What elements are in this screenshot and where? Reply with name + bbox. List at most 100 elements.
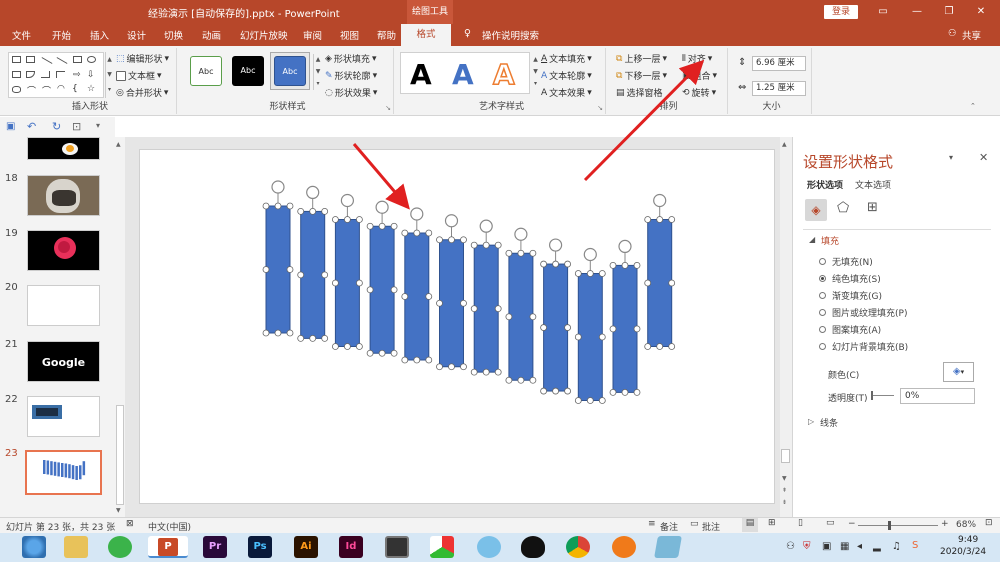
resize-handle[interactable] [297, 334, 305, 342]
rotate-handle[interactable] [618, 239, 632, 254]
style-gallery-scroll[interactable]: ▲ ▼ ▾ [313, 54, 322, 90]
style-swatch-blue[interactable]: Abc [274, 56, 306, 86]
resize-handle[interactable] [540, 324, 548, 331]
tab-shape-options[interactable]: 形状选项 [807, 178, 843, 191]
redo-icon[interactable]: ↻ [52, 120, 61, 133]
resize-handle[interactable] [470, 368, 478, 376]
resize-handle[interactable] [436, 236, 443, 244]
resize-handle[interactable] [378, 349, 386, 357]
wordart-gallery-scroll[interactable]: ▲ ▼ ▾ [531, 54, 540, 90]
fill-option-label[interactable]: 图片或纹理填充(P) [832, 306, 907, 319]
tab-design[interactable]: 设计 [127, 28, 146, 42]
tray-shield-icon[interactable]: ⛨ [803, 541, 811, 552]
fill-option-label[interactable]: 图案填充(A) [832, 323, 881, 336]
merge-shapes-button[interactable]: ◎ 合并形状 ▾ [116, 86, 168, 100]
qq-icon[interactable] [521, 536, 545, 558]
panel-options-icon[interactable]: ▾ [949, 153, 953, 162]
app-bird-icon[interactable] [477, 536, 501, 558]
tray-wifi-icon[interactable]: ▂ [873, 541, 881, 552]
undo-icon[interactable]: ↶ [27, 120, 36, 133]
resize-handle[interactable] [482, 368, 490, 376]
resize-handle[interactable] [448, 363, 455, 371]
save-icon[interactable]: ▣ [6, 121, 15, 132]
transparency-slider-handle[interactable] [871, 391, 873, 400]
resize-handle[interactable] [401, 356, 409, 364]
slide-thumb-18[interactable] [27, 175, 100, 216]
resize-handle[interactable] [297, 271, 305, 279]
resize-handle[interactable] [540, 260, 548, 268]
transparency-slider[interactable] [872, 395, 894, 396]
resize-handle[interactable] [425, 293, 433, 300]
resize-handle[interactable] [425, 356, 433, 364]
clock-time[interactable]: 9:49 [958, 535, 978, 545]
resize-handle[interactable] [286, 266, 294, 273]
browser-360-icon[interactable] [22, 536, 46, 558]
fill-color-picker[interactable]: ◈▾ [943, 362, 974, 382]
scroll-thumb[interactable] [781, 449, 790, 463]
tray-user-icon[interactable]: ⚇ [786, 541, 795, 552]
resize-handle[interactable] [343, 216, 351, 223]
resize-handle[interactable] [574, 333, 582, 341]
bar-shape[interactable] [369, 225, 395, 354]
tray-ime-icon[interactable]: S [912, 540, 918, 551]
resize-handle[interactable] [401, 293, 409, 300]
slide-thumb-23-selected[interactable] [25, 450, 102, 495]
rotate-button[interactable]: ⟲ 旋转 ▾ [682, 86, 716, 100]
close-window-icon[interactable]: ✕ [974, 5, 988, 19]
resize-handle[interactable] [331, 343, 339, 350]
resize-handle[interactable] [586, 397, 594, 404]
app-orange-icon[interactable] [612, 536, 636, 558]
tray-volume-icon[interactable]: ◂ [857, 541, 862, 552]
resize-handle[interactable] [436, 299, 443, 307]
chrome-icon[interactable] [566, 536, 590, 558]
resize-handle[interactable] [378, 222, 386, 230]
effects-pentagon-icon[interactable]: ⬠ [837, 200, 849, 216]
tell-me-search[interactable]: 操作说明搜索 [482, 28, 539, 42]
fill-section-header[interactable]: 填充 [821, 234, 839, 247]
resize-handle[interactable] [598, 333, 606, 341]
resize-handle[interactable] [494, 368, 502, 376]
bar-shape[interactable] [300, 210, 326, 339]
zoom-percent[interactable]: 68% [956, 520, 976, 530]
clock-date[interactable]: 2020/3/24 [940, 547, 986, 557]
rotate-handle[interactable] [444, 214, 459, 228]
resize-handle[interactable] [598, 397, 606, 404]
resize-handle[interactable] [633, 262, 641, 269]
shape-height-input[interactable]: 6.96 厘米 [752, 56, 806, 71]
slide-thumb-17[interactable] [27, 137, 100, 160]
resize-handle[interactable] [390, 222, 398, 230]
tab-view[interactable]: 视图 [340, 28, 359, 42]
resize-handle[interactable] [355, 216, 363, 223]
powerpoint-taskbar-item[interactable]: P [148, 536, 188, 558]
resize-handle[interactable] [598, 270, 606, 277]
scroll-up-icon[interactable]: ▲ [116, 141, 121, 148]
resize-handle[interactable] [517, 249, 525, 257]
resize-handle[interactable] [609, 262, 617, 269]
fill-option-radio[interactable] [819, 275, 826, 282]
current-slide[interactable] [139, 149, 775, 504]
rotate-handle[interactable] [583, 247, 597, 262]
rotate-handle[interactable] [479, 219, 493, 233]
resize-handle[interactable] [644, 216, 652, 223]
text-effects-button[interactable]: A 文本效果 ▾ [541, 86, 592, 100]
resize-handle[interactable] [656, 343, 664, 350]
resize-handle[interactable] [564, 387, 572, 395]
resize-handle[interactable] [668, 279, 676, 287]
resize-handle[interactable] [460, 236, 467, 244]
fill-option-label[interactable]: 渐变填充(G) [832, 289, 882, 302]
file-explorer-icon[interactable] [64, 536, 88, 558]
resize-handle[interactable] [609, 388, 617, 396]
edit-shape-button[interactable]: ⬚ 编辑形状 ▾ [116, 52, 169, 66]
group-button[interactable]: ▣ 组合 ▾ [682, 69, 717, 83]
fill-collapse-icon[interactable]: ◢ [809, 235, 815, 244]
wechat-icon[interactable] [108, 536, 132, 558]
shape-effects-button[interactable]: ◌ 形状效果 ▾ [325, 86, 377, 100]
resize-handle[interactable] [262, 202, 270, 210]
resize-handle[interactable] [644, 279, 652, 287]
resize-handle[interactable] [505, 376, 513, 384]
bar-shape[interactable] [543, 263, 569, 392]
resize-handle[interactable] [564, 260, 572, 268]
tab-help[interactable]: 帮助 [377, 28, 396, 42]
resize-handle[interactable] [297, 208, 305, 215]
rotate-handle[interactable] [410, 207, 424, 221]
